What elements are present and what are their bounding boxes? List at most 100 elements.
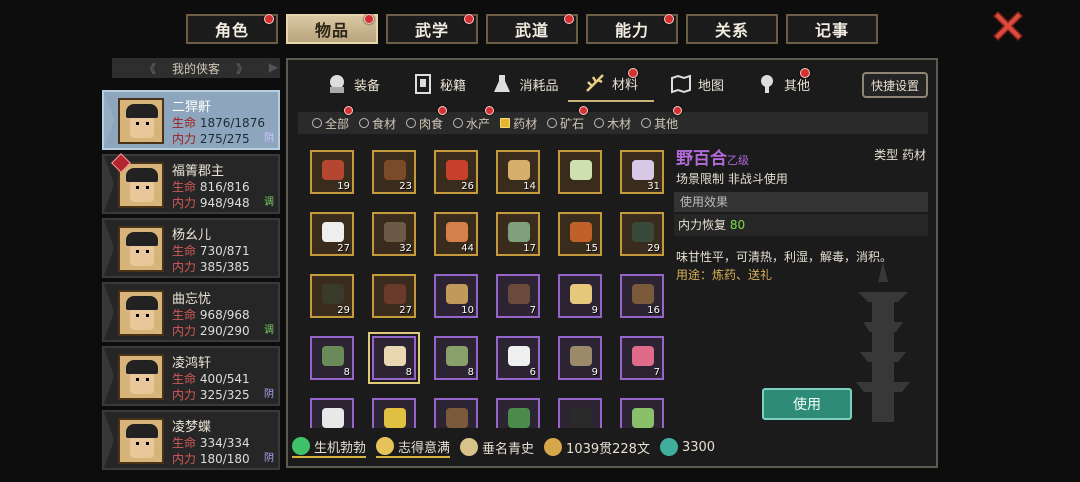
item-slot[interactable]: 9 xyxy=(558,274,602,318)
tab-2[interactable]: 消耗品 xyxy=(482,66,568,102)
avatar-hair xyxy=(126,168,158,182)
item-quantity: 31 xyxy=(647,181,660,192)
item-slot[interactable]: 23 xyxy=(372,150,416,194)
top-tab-4[interactable]: 能力 xyxy=(586,14,678,44)
item-slot[interactable] xyxy=(496,398,540,428)
tab-0[interactable]: 装备 xyxy=(310,66,396,102)
item-quantity: 9 xyxy=(591,367,598,378)
item-slot[interactable]: 16 xyxy=(620,274,664,318)
card-arrow xyxy=(104,284,114,340)
filter-0[interactable]: 全部 xyxy=(312,105,354,132)
use-button[interactable]: 使用 xyxy=(762,388,852,420)
top-tab-5[interactable]: 关系 xyxy=(686,14,778,44)
top-tab-6[interactable]: 记事 xyxy=(786,14,878,44)
status-item: 3300 xyxy=(659,438,715,456)
item-slot[interactable]: 29 xyxy=(310,274,354,318)
character-name: 凌梦蝶 xyxy=(172,420,212,435)
filter-7[interactable]: 其他 xyxy=(641,105,683,132)
radio-button[interactable] xyxy=(406,118,417,128)
radio-button[interactable] xyxy=(312,118,322,128)
filter-2[interactable]: 肉食 xyxy=(406,105,448,132)
item-quantity: 9 xyxy=(591,305,598,316)
radio-button[interactable] xyxy=(500,118,511,128)
mp-label: 内力 xyxy=(172,324,197,338)
item-slot[interactable]: 17 xyxy=(496,212,540,256)
top-tab-label: 角色 xyxy=(214,21,249,40)
hp-label: 生命 xyxy=(172,180,197,194)
close-icon[interactable] xyxy=(990,8,1026,44)
item-slot[interactable]: 7 xyxy=(620,336,664,380)
character-card[interactable]: 曲忘忧 生命 968/968 内力 290/290 调 xyxy=(102,282,280,342)
item-slot[interactable]: 26 xyxy=(434,150,478,194)
quick-settings-button[interactable]: 快捷设置 xyxy=(862,72,928,98)
item-slot[interactable]: 14 xyxy=(496,150,540,194)
avatar-eye xyxy=(136,442,139,445)
item-slot[interactable] xyxy=(372,398,416,428)
item-slot[interactable]: 7 xyxy=(496,274,540,318)
item-slot[interactable] xyxy=(620,398,664,428)
avatar-eye xyxy=(146,250,149,253)
item-slot[interactable] xyxy=(310,398,354,428)
top-tab-2[interactable]: 武学 xyxy=(386,14,478,44)
top-tab-1[interactable]: 物品 xyxy=(286,14,378,44)
radio-button[interactable] xyxy=(547,118,558,128)
radio-button[interactable] xyxy=(594,118,605,128)
character-card[interactable]: 福箐郡主 生命 816/816 内力 948/948 调 xyxy=(102,153,280,214)
avatar-eye xyxy=(136,250,139,253)
item-slot[interactable]: 32 xyxy=(372,212,416,256)
character-card[interactable]: 凌梦蝶 生命 334/334 内力 180/180 阴 xyxy=(102,410,280,470)
tab-4[interactable]: 地图 xyxy=(654,66,740,102)
item-slot[interactable]: 15 xyxy=(558,212,602,256)
top-tab-label: 武学 xyxy=(414,21,449,40)
character-card[interactable]: 杨幺儿 生命 730/871 内力 385/385 xyxy=(102,218,280,278)
item-slot[interactable]: 19 xyxy=(310,150,354,194)
chevron-left-icon[interactable]: 《 xyxy=(144,60,156,77)
item-quantity: 29 xyxy=(337,305,350,316)
status-bar: 生机勃勃 志得意满 垂名青史 1039贯228文 3300 xyxy=(292,434,715,460)
chevron-right-icon[interactable]: 》 xyxy=(236,60,248,77)
radio-button[interactable] xyxy=(453,118,464,128)
chevron-right-icon[interactable]: ▶ xyxy=(269,60,278,74)
mp-value: 180/180 xyxy=(199,452,250,466)
notification-dot xyxy=(464,14,474,24)
radio-button[interactable] xyxy=(641,118,652,128)
item-slot[interactable]: 9 xyxy=(558,336,602,380)
tab-3[interactable]: 材料 xyxy=(568,66,654,102)
item-slot[interactable] xyxy=(434,398,478,428)
radio-button[interactable] xyxy=(359,118,370,128)
filter-5[interactable]: 矿石 xyxy=(547,105,589,132)
status-item: 志得意满 xyxy=(376,437,451,458)
inventory-panel: 装备 秘籍 消耗品 材料 地图 其他 快捷设置 全部 食材 肉食 水产 药材 矿石 木材 其他 19 23… xyxy=(286,58,938,468)
item-slot[interactable]: 27 xyxy=(372,274,416,318)
filter-6[interactable]: 木材 xyxy=(594,115,631,132)
item-slot[interactable]: 8 xyxy=(368,332,420,384)
notification-dot xyxy=(800,68,810,78)
item-slot[interactable]: 10 xyxy=(434,274,478,318)
buff-icon xyxy=(292,437,310,455)
character-card[interactable]: 凌鸿轩 生命 400/541 内力 325/325 阴 xyxy=(102,346,280,406)
item-slot[interactable]: 8 xyxy=(310,336,354,380)
filter-4[interactable]: 药材 xyxy=(500,115,537,132)
item-slot[interactable] xyxy=(558,150,602,194)
item-quantity: 7 xyxy=(529,305,536,316)
top-tab-3[interactable]: 武道 xyxy=(486,14,578,44)
item-slot[interactable]: 8 xyxy=(434,336,478,380)
filter-1[interactable]: 食材 xyxy=(359,115,396,132)
item-name-text: 野百合 xyxy=(676,149,727,169)
filter-3[interactable]: 水产 xyxy=(453,105,495,132)
item-slot[interactable] xyxy=(558,398,602,428)
tab-1[interactable]: 秘籍 xyxy=(396,66,482,102)
filter-bar: 全部 食材 肉食 水产 药材 矿石 木材 其他 xyxy=(298,105,928,134)
character-mp: 内力 275/275 xyxy=(172,130,250,147)
item-slot[interactable]: 44 xyxy=(434,212,478,256)
tab-5[interactable]: 其他 xyxy=(740,66,826,102)
hp-label: 生命 xyxy=(172,116,197,130)
status-item: 垂名青史 xyxy=(460,438,534,457)
item-slot[interactable]: 6 xyxy=(496,336,540,380)
top-tab-0[interactable]: 角色 xyxy=(186,14,278,44)
item-slot[interactable]: 29 xyxy=(620,212,664,256)
item-slot[interactable]: 31 xyxy=(620,150,664,194)
item-icon xyxy=(384,160,406,180)
item-slot[interactable]: 27 xyxy=(310,212,354,256)
character-card[interactable]: 二猂鼾 生命 1876/1876 内力 275/275 阴 xyxy=(102,90,280,150)
